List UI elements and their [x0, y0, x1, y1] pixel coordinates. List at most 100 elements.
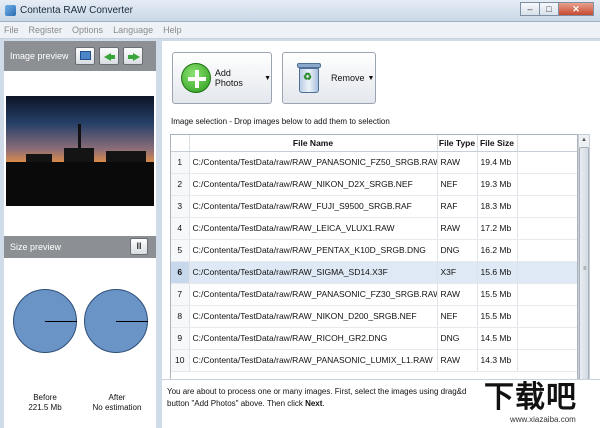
image-preview	[6, 96, 154, 206]
file-name-cell: C:/Contenta/TestData/raw/RAW_FUJI_S9500_…	[189, 195, 438, 218]
row-number: 7	[171, 283, 190, 306]
before-value: 221.5 Mb	[28, 403, 62, 412]
chevron-down-icon: ▼	[367, 74, 375, 82]
file-table: File Name File Type File Size 1 C:/Conten…	[170, 134, 578, 412]
before-size-pie	[13, 289, 77, 353]
file-name-cell: C:/Contenta/TestData/raw/RAW_PANASONIC_L…	[189, 349, 438, 372]
file-size-cell: 18.3 Mb	[477, 195, 518, 218]
file-name-cell: C:/Contenta/TestData/raw/RAW_PANASONIC_F…	[189, 283, 438, 306]
add-icon	[181, 63, 211, 93]
table-row[interactable]: 2 C:/Contenta/TestData/raw/RAW_NIKON_D2X_…	[171, 173, 577, 196]
after-value: No estimation	[92, 403, 142, 412]
row-number: 1	[171, 151, 190, 174]
file-type-cell: RAW	[437, 283, 478, 306]
menu-options[interactable]: Options	[72, 25, 103, 35]
after-size-pie	[84, 289, 148, 353]
row-number: 8	[171, 305, 190, 328]
table-row-selected[interactable]: 6 C:/Contenta/TestData/raw/RAW_SIGMA_SD14…	[171, 261, 577, 284]
main-panel: Add Photos ▼ ♻ Remove ▼ Image selection …	[162, 41, 600, 428]
minimize-button[interactable]: ‒	[520, 2, 540, 16]
menu-file[interactable]: File	[4, 25, 19, 35]
file-name-cell: C:/Contenta/TestData/raw/RAW_NIKON_D200_…	[189, 305, 438, 328]
row-number: 6	[171, 261, 190, 284]
preview-foreground	[6, 162, 154, 206]
table-row[interactable]: 4 C:/Contenta/TestData/raw/RAW_LEICA_VLUX…	[171, 217, 577, 240]
table-row[interactable]: 8 C:/Contenta/TestData/raw/RAW_NIKON_D200…	[171, 305, 577, 328]
recycle-bin-icon: ♻	[297, 63, 321, 93]
file-type-cell: RAW	[437, 349, 478, 372]
file-size-cell: 14.3 Mb	[477, 349, 518, 372]
size-preview-label: Size preview	[10, 242, 62, 252]
file-name-cell: C:/Contenta/TestData/raw/RAW_NIKON_D2X_S…	[189, 173, 438, 196]
before-caption: Before 221.5 Mb	[10, 393, 80, 413]
header-file-size[interactable]: File Size	[477, 135, 518, 152]
row-number: 3	[171, 195, 190, 218]
pause-button[interactable]: II	[130, 238, 148, 255]
table-row[interactable]: 1 C:/Contenta/TestData/raw/RAW_PANASONIC_…	[171, 151, 577, 174]
previous-image-button[interactable]	[98, 47, 119, 65]
preview-window-button[interactable]	[74, 47, 95, 65]
row-number: 5	[171, 239, 190, 262]
window-title: Contenta RAW Converter	[20, 5, 134, 16]
watermark-url: www.xiazaiba.com	[510, 415, 576, 424]
site-watermark: 下载吧 www.xiazaiba.com	[478, 372, 600, 428]
add-photos-button[interactable]: Add Photos ▼	[172, 52, 272, 104]
table-row[interactable]: 7 C:/Contenta/TestData/raw/RAW_PANASONIC_…	[171, 283, 577, 306]
file-type-cell: RAW	[437, 151, 478, 174]
image-selection-label: Image selection - Drop images below to a…	[171, 117, 390, 126]
file-size-cell: 15.5 Mb	[477, 283, 518, 306]
next-image-button[interactable]	[122, 47, 143, 65]
file-size-cell: 16.2 Mb	[477, 239, 518, 262]
file-size-cell: 15.6 Mb	[477, 261, 518, 284]
menu-help[interactable]: Help	[163, 25, 182, 35]
table-header-row: File Name File Type File Size	[171, 135, 577, 152]
file-size-cell: 19.3 Mb	[477, 173, 518, 196]
row-number: 10	[171, 349, 190, 372]
file-name-cell: C:/Contenta/TestData/raw/RAW_PENTAX_K10D…	[189, 239, 438, 262]
menu-bar: File Register Options Language Help	[0, 22, 600, 39]
app-icon	[5, 5, 16, 16]
file-type-cell: NEF	[437, 305, 478, 328]
table-row[interactable]: 10 C:/Contenta/TestData/raw/RAW_PANASONIC…	[171, 349, 577, 372]
table-scrollbar[interactable]: ▲ ≡ ▼	[578, 134, 590, 412]
remove-button[interactable]: ♻ Remove ▼	[282, 52, 376, 104]
table-row[interactable]: 9 C:/Contenta/TestData/raw/RAW_RICOH_GR2.…	[171, 327, 577, 350]
header-index	[171, 135, 190, 152]
scrollbar-thumb[interactable]: ≡	[579, 147, 589, 397]
file-name-cell: C:/Contenta/TestData/raw/RAW_PANASONIC_F…	[189, 151, 438, 174]
file-name-cell: C:/Contenta/TestData/raw/RAW_SIGMA_SD14.…	[189, 261, 438, 284]
watermark-logo-text: 下载吧	[484, 380, 577, 415]
after-label: After	[108, 393, 126, 402]
header-file-type[interactable]: File Type	[437, 135, 478, 152]
scroll-up-icon[interactable]: ▲	[579, 135, 589, 146]
file-size-cell: 14.5 Mb	[477, 327, 518, 350]
file-type-cell: DNG	[437, 239, 478, 262]
maximize-button[interactable]: □	[539, 2, 559, 16]
after-caption: After No estimation	[82, 393, 152, 413]
table-row[interactable]: 3 C:/Contenta/TestData/raw/RAW_FUJI_S9500…	[171, 195, 577, 218]
file-size-cell: 15.5 Mb	[477, 305, 518, 328]
grip-icon: ≡	[583, 266, 587, 272]
row-number: 2	[171, 173, 190, 196]
file-type-cell: RAF	[437, 195, 478, 218]
add-photos-label: Add Photos	[214, 68, 243, 88]
file-name-cell: C:/Contenta/TestData/raw/RAW_RICOH_GR2.D…	[189, 327, 438, 350]
left-panel: Image preview Size preview II Before 221…	[4, 41, 156, 428]
file-name-cell: C:/Contenta/TestData/raw/RAW_LEICA_VLUX1…	[189, 217, 438, 240]
row-number: 4	[171, 217, 190, 240]
file-type-cell: X3F	[437, 261, 478, 284]
image-preview-header: Image preview	[4, 41, 156, 71]
header-filler	[517, 135, 577, 152]
row-number: 9	[171, 327, 190, 350]
file-type-cell: RAW	[437, 217, 478, 240]
menu-register[interactable]: Register	[29, 25, 63, 35]
image-preview-label: Image preview	[10, 51, 69, 61]
file-size-cell: 19.4 Mb	[477, 151, 518, 174]
remove-label: Remove	[331, 73, 365, 83]
header-file-name[interactable]: File Name	[189, 135, 438, 152]
close-button[interactable]: ✕	[558, 2, 594, 16]
chevron-down-icon: ▼	[264, 74, 271, 82]
table-row[interactable]: 5 C:/Contenta/TestData/raw/RAW_PENTAX_K10…	[171, 239, 577, 262]
menu-language[interactable]: Language	[113, 25, 153, 35]
monitor-icon	[79, 51, 91, 60]
